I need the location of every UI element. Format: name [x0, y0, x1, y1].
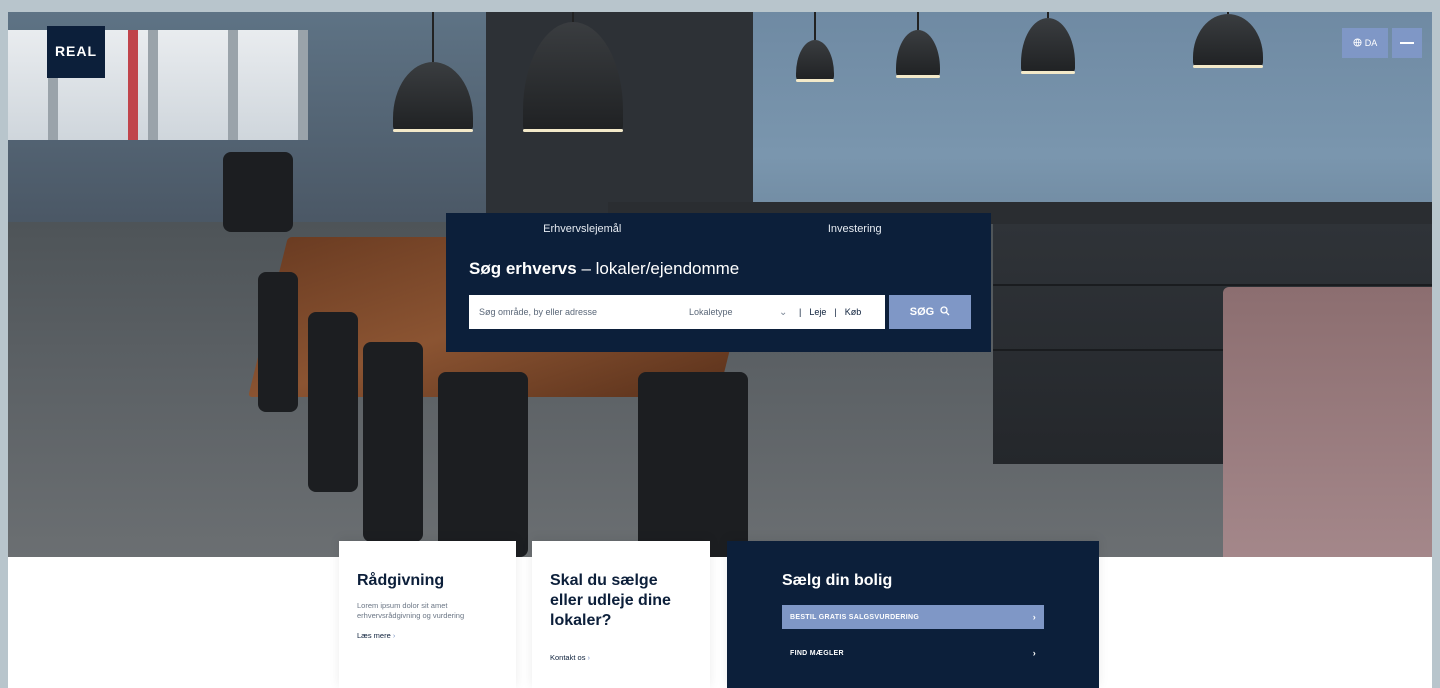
card-advice-text: Lorem ipsum dolor sit amet erhvervsrådgi… — [357, 601, 465, 620]
valuation-link[interactable]: BESTIL GRATIS SALGSVURDERING › — [782, 605, 1044, 629]
header-actions: DA — [1342, 28, 1422, 58]
real-logo[interactable]: REAL — [47, 26, 105, 78]
chevron-down-icon: ⌄ — [779, 306, 788, 318]
search-input[interactable]: Søg område, by eller adresse — [479, 307, 689, 317]
find-agent-label: FIND MÆGLER — [790, 649, 844, 657]
search-tabs: Erhvervslejemål Investering — [446, 213, 991, 245]
card-advice-title: Rådgivning — [357, 572, 445, 589]
card-sell-link[interactable]: Kontakt os › — [550, 653, 692, 662]
logo-wordmark: REAL — [54, 43, 98, 59]
search-row: Søg område, by eller adresse Lokaletype … — [469, 295, 971, 329]
search-field: Søg område, by eller adresse Lokaletype … — [469, 295, 885, 329]
arrow-right-icon: › — [392, 631, 396, 640]
tab-investering[interactable]: Investering — [719, 213, 992, 245]
card-advice-link-label: Læs mere — [357, 631, 391, 640]
search-heading-strong: Søg erhvervs — [469, 259, 577, 278]
arrow-right-icon: › — [587, 653, 591, 662]
arrow-right-icon: › — [1032, 612, 1036, 622]
toggle-buy[interactable]: Køb — [845, 307, 862, 317]
search-heading-rest: – lokaler/ejendomme — [576, 259, 740, 278]
page-frame: REAL DA Erhvervslejemål Investering Søg … — [8, 12, 1432, 688]
search-button-label: SØG — [909, 306, 935, 318]
property-type-select[interactable]: Lokaletype — [689, 307, 779, 317]
arrow-right-icon: › — [1032, 648, 1036, 658]
lease-buy-toggle: | Leje | Køb — [799, 307, 862, 317]
card-sell-lease: Skal du sælge eller udleje dine lokaler?… — [532, 541, 710, 688]
search-icon — [940, 305, 950, 319]
find-agent-link[interactable]: FIND MÆGLER › — [782, 641, 1044, 665]
search-heading: Søg erhvervs – lokaler/ejendomme — [446, 245, 991, 279]
search-panel: Erhvervslejemål Investering Søg erhvervs… — [446, 213, 991, 352]
tab-erhvervslejemaal[interactable]: Erhvervslejemål — [446, 213, 719, 245]
valuation-label: BESTIL GRATIS SALGSVURDERING — [790, 613, 920, 621]
card-sell-title: Skal du sælge eller udleje dine lokaler? — [550, 572, 671, 629]
card-sell-link-label: Kontakt os — [550, 653, 586, 662]
language-label: DA — [1364, 38, 1378, 48]
toggle-lease[interactable]: Leje — [809, 307, 826, 317]
search-button[interactable]: SØG — [889, 295, 971, 329]
globe-icon — [1353, 37, 1362, 49]
menu-button[interactable] — [1392, 28, 1422, 58]
card-home-title: Sælg din bolig — [782, 572, 893, 589]
language-button[interactable]: DA — [1342, 28, 1388, 58]
card-advice-link[interactable]: Læs mere › — [357, 631, 498, 640]
card-sell-home: Sælg din bolig BESTIL GRATIS SALGSVURDER… — [727, 541, 1099, 688]
card-advice: Rådgivning Lorem ipsum dolor sit amet er… — [339, 541, 516, 688]
hamburger-icon — [1400, 42, 1414, 44]
